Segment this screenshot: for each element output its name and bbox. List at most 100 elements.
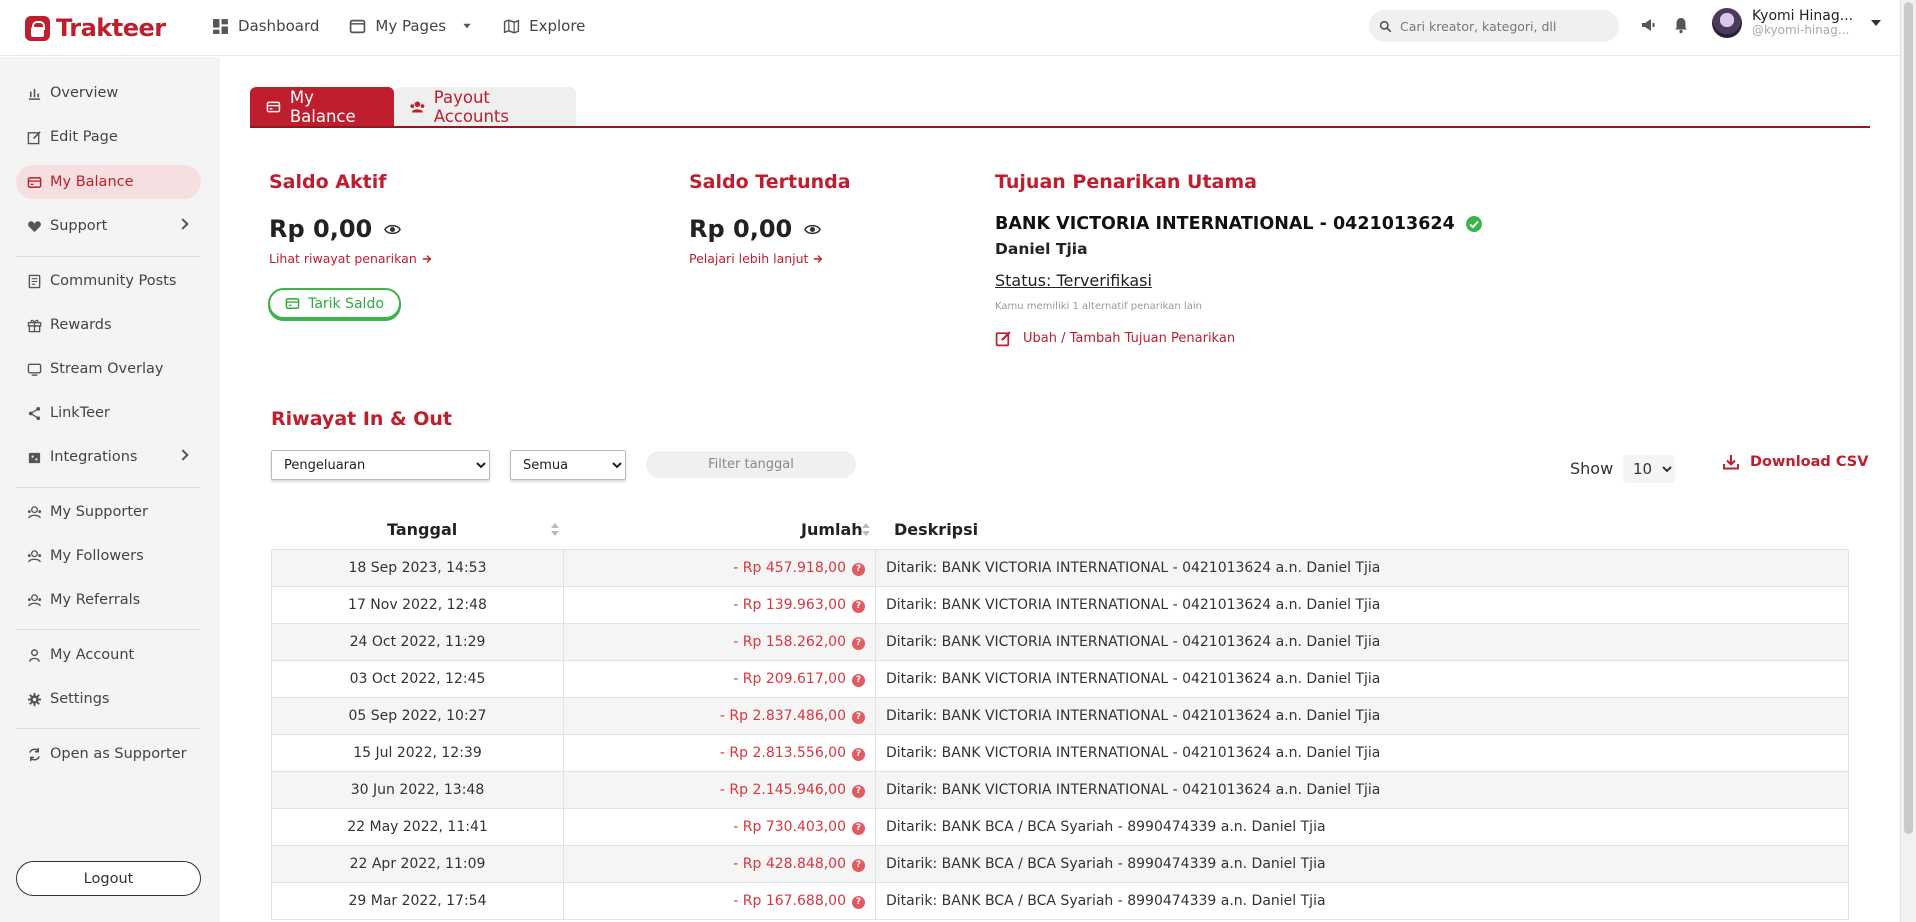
gear-icon: [27, 692, 42, 706]
row-date: 18 Sep 2023, 14:53: [271, 549, 564, 587]
eye-icon[interactable]: [804, 221, 822, 238]
brand-name: Trakteer: [56, 14, 166, 42]
edit-payout-link[interactable]: Ubah / Tambah Tujuan Penarikan: [995, 330, 1235, 347]
edit-payout-label: Ubah / Tambah Tujuan Penarikan: [1023, 331, 1236, 346]
row-amount-value: - Rp 428.848,00: [733, 856, 846, 872]
logout-button[interactable]: Logout: [16, 861, 201, 896]
tab-my-balance[interactable]: My Balance: [250, 87, 394, 126]
heart-icon: [28, 220, 41, 232]
chevron-right-icon: [177, 218, 189, 230]
help-icon[interactable]: ?: [852, 859, 865, 872]
help-icon[interactable]: ?: [852, 674, 865, 687]
withdraw-history-label: Lihat riwayat penarikan: [269, 251, 417, 266]
sidebar-item-stream-overlay[interactable]: Stream Overlay: [16, 352, 201, 386]
nav-dashboard[interactable]: Dashboard: [212, 17, 319, 35]
table-row: 30 Jun 2022, 13:48- Rp 2.145.946,00? Dita…: [271, 771, 1849, 809]
help-icon[interactable]: ?: [852, 600, 865, 613]
user-name: Kyomi Hinag...: [1752, 8, 1854, 25]
type-filter-select[interactable]: Pengeluaran: [271, 450, 490, 480]
nav-explore-label: Explore: [529, 17, 586, 35]
user-info: Kyomi Hinag... @kyomi-hinag...: [1752, 8, 1853, 38]
sidebar-item-overview[interactable]: Overview: [16, 76, 201, 110]
table-row: 05 Sep 2022, 10:27- Rp 2.837.486,00? Dita…: [271, 697, 1849, 735]
help-icon[interactable]: ?: [852, 748, 865, 761]
top-navbar: Trakteer Dashboard My Pages Explore Kyom…: [0, 0, 1900, 56]
users-icon: [27, 549, 42, 562]
sidebar-divider: [16, 629, 201, 630]
sidebar-item-my-supporter[interactable]: My Supporter: [16, 495, 201, 529]
page-size-select[interactable]: 10: [1623, 455, 1675, 483]
table-row: 29 Mar 2022, 17:54- Rp 167.688,00? Ditari…: [271, 882, 1849, 920]
download-csv-button[interactable]: Download CSV: [1722, 453, 1868, 471]
nav-my-pages-label: My Pages: [375, 17, 447, 35]
sidebar-item-edit-page[interactable]: Edit Page: [16, 120, 201, 154]
sidebar-item-open-as-supporter[interactable]: Open as Supporter: [16, 737, 201, 771]
help-icon[interactable]: ?: [852, 785, 865, 798]
row-amount: - Rp 2.837.486,00?: [563, 697, 876, 735]
row-amount: - Rp 209.617,00?: [563, 660, 876, 698]
sidebar-item-label: My Account: [50, 647, 135, 663]
arrow-right-icon: [814, 254, 823, 263]
sort-icon[interactable]: [551, 523, 559, 537]
sidebar-item-my-account[interactable]: My Account: [16, 638, 201, 672]
column-header-label: Tanggal: [387, 519, 458, 539]
gift-icon: [27, 319, 42, 332]
sidebar-item-label: Community Posts: [50, 273, 177, 289]
sidebar-item-my-balance[interactable]: My Balance: [16, 165, 201, 199]
wallet-icon: [27, 176, 42, 188]
sort-icon[interactable]: [862, 523, 870, 537]
column-header-date[interactable]: Tanggal: [387, 518, 457, 540]
sidebar-item-linkteer[interactable]: LinkTeer: [16, 396, 201, 430]
scope-filter-select[interactable]: Semua: [510, 450, 626, 480]
megaphone-icon[interactable]: [1640, 16, 1658, 34]
sidebar-item-rewards[interactable]: Rewards: [16, 308, 201, 342]
help-icon[interactable]: ?: [852, 711, 865, 724]
eye-icon[interactable]: [384, 221, 402, 238]
active-balance-title: Saldo Aktif: [269, 171, 387, 193]
column-header-amount[interactable]: Jumlah: [801, 518, 863, 540]
nav-explore[interactable]: Explore: [503, 17, 585, 35]
search-input[interactable]: [1400, 18, 1610, 34]
table-row: 18 Sep 2023, 14:53- Rp 457.918,00? Ditari…: [271, 549, 1849, 587]
help-icon[interactable]: ?: [852, 637, 865, 650]
posts-icon: [28, 274, 41, 288]
tab-label: Payout Accounts: [433, 87, 509, 126]
sidebar-item-integrations[interactable]: Integrations: [16, 440, 201, 474]
row-amount-value: - Rp 457.918,00: [733, 560, 846, 576]
nav-my-pages[interactable]: My Pages: [349, 17, 473, 35]
table-row: 22 Apr 2022, 11:09- Rp 428.848,00? Ditari…: [271, 845, 1849, 883]
brand[interactable]: Trakteer: [25, 14, 166, 42]
help-icon[interactable]: ?: [852, 822, 865, 835]
withdraw-button[interactable]: Tarik Saldo: [268, 288, 401, 319]
active-balance-value: Rp 0,00: [269, 215, 402, 243]
column-header-label: Jumlah: [801, 519, 863, 539]
withdraw-history-link[interactable]: Lihat riwayat penarikan: [269, 251, 432, 266]
help-icon[interactable]: ?: [852, 563, 865, 576]
row-amount-value: - Rp 209.617,00: [733, 671, 846, 687]
payout-title: Tujuan Penarikan Utama: [995, 171, 1257, 193]
table-row: 17 Nov 2022, 12:48- Rp 139.963,00? Ditari…: [271, 586, 1849, 624]
search-icon: [1379, 20, 1392, 32]
scrollbar-thumb[interactable]: [1904, 2, 1913, 834]
sidebar-item-label: Support: [50, 218, 108, 234]
sidebar-item-community-posts[interactable]: Community Posts: [16, 264, 201, 298]
tab-payout-accounts[interactable]: Payout Accounts: [394, 87, 576, 126]
payout-status[interactable]: Status: Terverifikasi: [995, 271, 1152, 290]
sidebar-item-support[interactable]: Support: [16, 209, 201, 243]
row-amount: - Rp 457.918,00?: [563, 549, 876, 587]
sidebar-item-settings[interactable]: Settings: [16, 682, 201, 716]
payout-owner: Daniel Tjia: [995, 240, 1088, 258]
sidebar-item-my-referrals[interactable]: My Referrals: [16, 583, 201, 617]
row-date: 22 Apr 2022, 11:09: [271, 845, 564, 883]
pages-icon: [350, 19, 366, 33]
help-icon[interactable]: ?: [852, 896, 865, 909]
page-scrollbar[interactable]: [1900, 0, 1916, 922]
row-description: Ditarik: BANK VICTORIA INTERNATIONAL - 0…: [875, 586, 1849, 624]
row-description: Ditarik: BANK BCA / BCA Syariah - 899047…: [875, 808, 1849, 846]
dashboard-icon: [213, 18, 228, 34]
sidebar-item-my-followers[interactable]: My Followers: [16, 539, 201, 573]
learn-more-link[interactable]: Pelajari lebih lanjut: [689, 251, 823, 266]
date-filter-input[interactable]: [646, 451, 856, 478]
user-menu[interactable]: Kyomi Hinag... @kyomi-hinag...: [1712, 8, 1882, 38]
bell-icon[interactable]: [1672, 16, 1690, 34]
